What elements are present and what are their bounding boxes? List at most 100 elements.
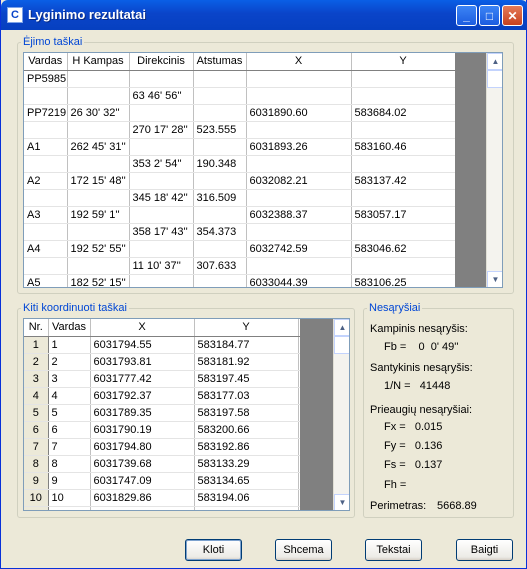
scroll-up-icon[interactable]: ▲ bbox=[334, 319, 349, 336]
column-header[interactable]: H Kampas bbox=[67, 53, 130, 71]
column-header[interactable]: X bbox=[90, 319, 195, 337]
table-cell[interactable]: 316.509 bbox=[193, 189, 247, 207]
table-cell[interactable]: 583134.65 bbox=[194, 472, 299, 490]
table-cell[interactable] bbox=[67, 155, 130, 173]
table-cell[interactable] bbox=[246, 70, 352, 88]
table-row[interactable]: A5 182 52' 15'' 6033044.39 583106.25 bbox=[24, 274, 486, 287]
table-cell[interactable]: 2 bbox=[24, 353, 49, 371]
column-header[interactable]: Vardas bbox=[48, 319, 91, 337]
traverse-scrollbar[interactable]: ▲ ▼ bbox=[486, 53, 502, 287]
scroll-down-icon[interactable]: ▼ bbox=[487, 271, 502, 287]
table-cell[interactable]: 7 bbox=[48, 438, 91, 456]
table-cell[interactable]: 353 2' 54'' bbox=[129, 155, 194, 173]
table-row[interactable]: 6 6 6031790.19 583200.66 bbox=[24, 421, 333, 439]
table-cell[interactable]: 270 17' 28'' bbox=[129, 121, 194, 139]
table-cell[interactable]: 6031794.55 bbox=[90, 336, 195, 354]
table-cell[interactable]: 6031790.19 bbox=[90, 421, 195, 439]
table-cell[interactable]: 4 bbox=[24, 387, 49, 405]
table-cell[interactable]: 11 bbox=[48, 506, 91, 510]
table-cell[interactable] bbox=[67, 189, 130, 207]
table-row[interactable]: PP5985 bbox=[24, 70, 486, 88]
table-cell[interactable]: 3 bbox=[48, 370, 91, 388]
table-row[interactable]: 7 7 6031794.80 583192.86 bbox=[24, 438, 333, 456]
table-cell[interactable]: 6031792.37 bbox=[90, 387, 195, 405]
table-row[interactable]: 2 2 6031793.81 583181.92 bbox=[24, 353, 333, 371]
table-cell[interactable]: 345 18' 42'' bbox=[129, 189, 194, 207]
table-cell[interactable]: 523.555 bbox=[193, 121, 247, 139]
table-cell[interactable] bbox=[24, 189, 68, 207]
traverse-grid[interactable]: VardasH KampasDirekcinisAtstumasXYZ PP59… bbox=[23, 52, 503, 288]
column-header[interactable]: Atstumas bbox=[193, 53, 247, 71]
table-cell[interactable] bbox=[351, 70, 456, 88]
table-cell[interactable]: 583106.25 bbox=[351, 274, 456, 287]
table-cell[interactable]: 6031890.60 bbox=[246, 104, 352, 122]
table-cell[interactable]: 6032388.37 bbox=[246, 206, 352, 224]
table-row[interactable]: 1 1 6031794.55 583184.77 bbox=[24, 336, 333, 354]
table-cell[interactable] bbox=[24, 155, 68, 173]
table-cell[interactable]: 6 bbox=[48, 421, 91, 439]
table-row[interactable]: A3 192 59' 1'' 6032388.37 583057.17 bbox=[24, 206, 486, 224]
table-cell[interactable]: 354.373 bbox=[193, 223, 247, 241]
table-cell[interactable] bbox=[193, 274, 247, 287]
table-row[interactable]: 345 18' 42'' 316.509 bbox=[24, 189, 486, 207]
table-cell[interactable]: 6031893.26 bbox=[246, 138, 352, 156]
table-cell[interactable]: 583184.77 bbox=[194, 336, 299, 354]
table-cell[interactable] bbox=[246, 257, 352, 275]
table-cell[interactable] bbox=[246, 87, 352, 105]
table-cell[interactable] bbox=[246, 155, 352, 173]
table-cell[interactable] bbox=[129, 206, 194, 224]
column-header[interactable]: Vardas bbox=[24, 53, 68, 71]
table-cell[interactable] bbox=[193, 172, 247, 190]
table-cell[interactable]: 63 46' 56'' bbox=[129, 87, 194, 105]
table-cell[interactable]: 583194.06 bbox=[194, 489, 299, 507]
table-row[interactable]: PP7219 26 30' 32'' 6031890.60 583684.02 bbox=[24, 104, 486, 122]
table-cell[interactable]: 190.348 bbox=[193, 155, 247, 173]
table-row[interactable]: 270 17' 28'' 523.555 bbox=[24, 121, 486, 139]
minimize-button[interactable]: _ bbox=[456, 5, 477, 26]
table-row[interactable]: 358 17' 43'' 354.373 bbox=[24, 223, 486, 241]
maximize-button[interactable]: □ bbox=[479, 5, 500, 26]
table-cell[interactable] bbox=[246, 223, 352, 241]
table-cell[interactable]: 11 10' 37'' bbox=[129, 257, 194, 275]
table-row[interactable]: 10 10 6031829.86 583194.06 bbox=[24, 489, 333, 507]
tekstai-button[interactable]: Tekstai bbox=[365, 539, 422, 561]
table-cell[interactable]: 6031834.09 bbox=[90, 506, 195, 510]
table-cell[interactable] bbox=[246, 121, 352, 139]
table-cell[interactable]: 192 59' 1'' bbox=[67, 206, 130, 224]
column-header[interactable]: Y bbox=[194, 319, 299, 337]
table-cell[interactable]: A4 bbox=[24, 240, 68, 258]
table-cell[interactable]: 583200.66 bbox=[194, 421, 299, 439]
close-button[interactable]: ✕ bbox=[502, 5, 523, 26]
table-cell[interactable]: 1 bbox=[48, 336, 91, 354]
table-cell[interactable] bbox=[24, 257, 68, 275]
other-points-grid[interactable]: Nr.VardasXYZ 116031794.55583184.77226031… bbox=[23, 318, 350, 511]
table-cell[interactable] bbox=[129, 172, 194, 190]
table-cell[interactable]: 583684.02 bbox=[351, 104, 456, 122]
table-cell[interactable] bbox=[129, 138, 194, 156]
column-header[interactable]: Y bbox=[351, 53, 456, 71]
table-cell[interactable]: 9 bbox=[48, 472, 91, 490]
table-cell[interactable]: 1 bbox=[24, 336, 49, 354]
table-row[interactable]: 63 46' 56'' bbox=[24, 87, 486, 105]
table-cell[interactable]: 583197.45 bbox=[194, 370, 299, 388]
table-cell[interactable] bbox=[351, 87, 456, 105]
scroll-thumb[interactable] bbox=[487, 70, 502, 88]
column-header[interactable]: Nr. bbox=[24, 319, 49, 337]
table-cell[interactable]: 5 bbox=[24, 404, 49, 422]
table-cell[interactable]: A2 bbox=[24, 172, 68, 190]
table-cell[interactable] bbox=[24, 87, 68, 105]
table-cell[interactable]: 583160.46 bbox=[351, 138, 456, 156]
table-cell[interactable]: PP5985 bbox=[24, 70, 68, 88]
table-cell[interactable] bbox=[351, 121, 456, 139]
column-header[interactable]: X bbox=[246, 53, 352, 71]
table-cell[interactable]: 583192.86 bbox=[194, 438, 299, 456]
table-cell[interactable] bbox=[67, 70, 130, 88]
baigti-button[interactable]: Baigti bbox=[456, 539, 513, 561]
table-cell[interactable]: 6031793.81 bbox=[90, 353, 195, 371]
table-cell[interactable]: 6031789.35 bbox=[90, 404, 195, 422]
table-cell[interactable]: 4 bbox=[48, 387, 91, 405]
table-cell[interactable]: 307.633 bbox=[193, 257, 247, 275]
table-cell[interactable] bbox=[67, 121, 130, 139]
table-cell[interactable]: 11 bbox=[24, 506, 49, 510]
table-cell[interactable]: 8 bbox=[24, 455, 49, 473]
